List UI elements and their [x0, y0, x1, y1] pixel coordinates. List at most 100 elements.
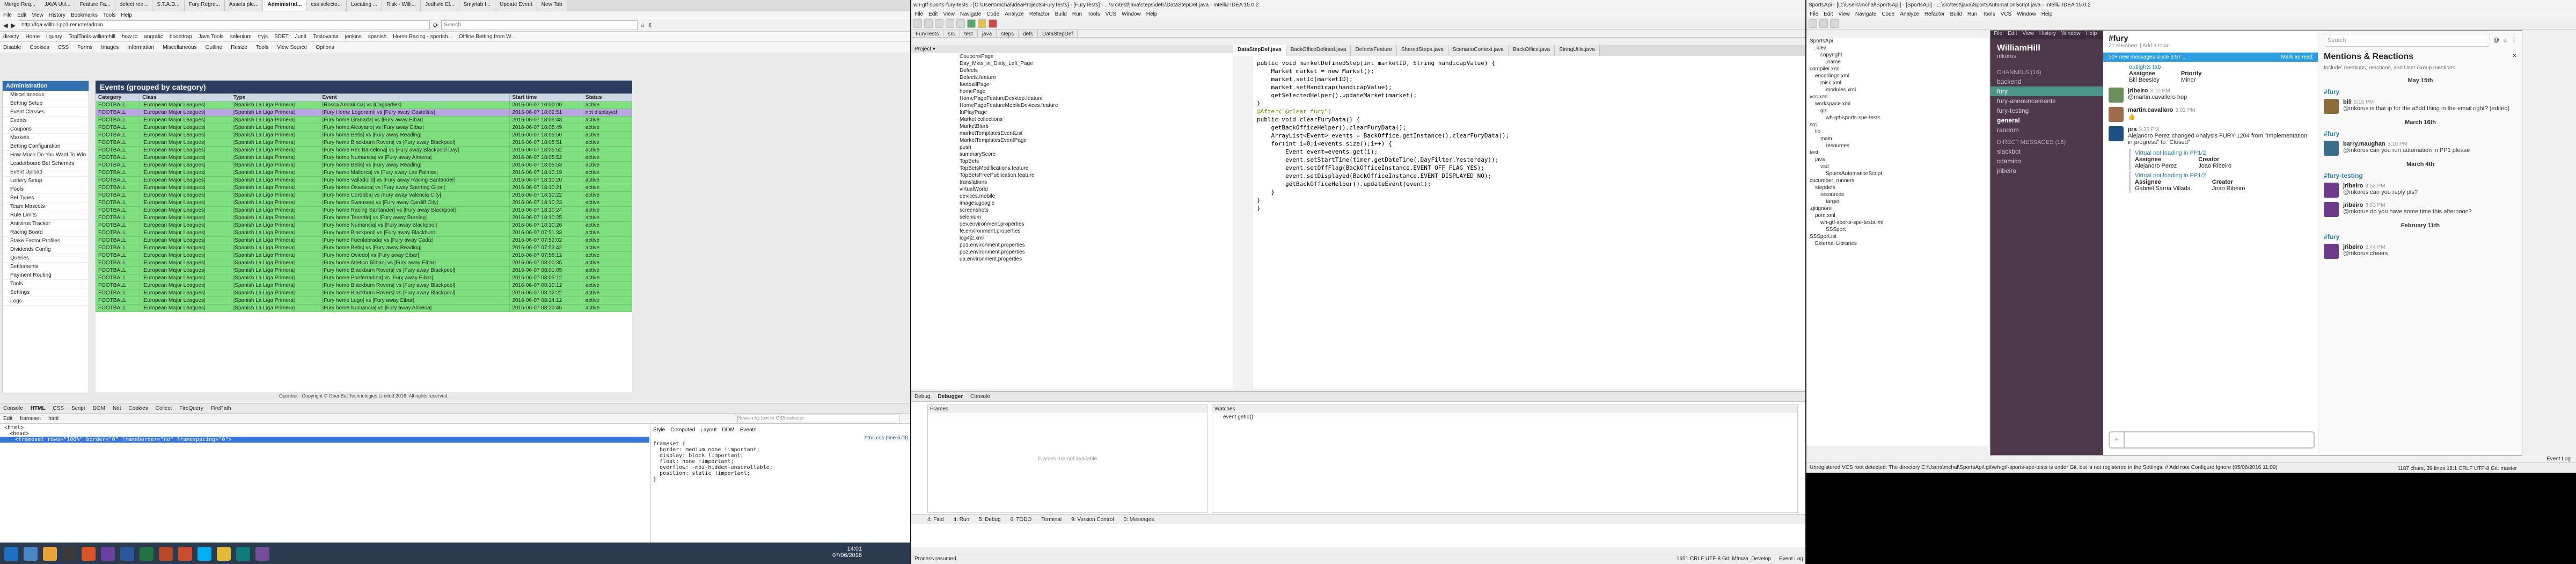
mention-channel[interactable]: #fury: [2318, 87, 2522, 97]
table-row[interactable]: FOOTBALL |European Major Leagues| |Spanish…: [95, 304, 633, 312]
browser-tab[interactable]: Locating ...: [347, 0, 383, 11]
tree-node[interactable]: modules.xml: [1806, 86, 1989, 93]
idea-menu-item[interactable]: Edit: [928, 11, 938, 17]
tree-node[interactable]: fe.environment.properties: [960, 228, 1233, 235]
channel-item[interactable]: general: [1990, 115, 2103, 125]
taskbar-skype-icon[interactable]: [197, 547, 211, 561]
close-icon[interactable]: ✕: [2512, 52, 2517, 62]
at-icon[interactable]: @: [2493, 37, 2499, 44]
editor-tab[interactable]: StringUtils.java: [1555, 45, 1600, 56]
editor-tab[interactable]: BackOffice.java: [1508, 45, 1555, 56]
html-node[interactable]: <head>: [0, 431, 649, 437]
channel-title[interactable]: #fury: [2109, 34, 2312, 43]
table-row[interactable]: FOOTBALL |European Major Leagues| |Spanish…: [95, 139, 633, 147]
table-row[interactable]: FOOTBALL |European Major Leagues| |Spanish…: [95, 161, 633, 169]
tree-node[interactable]: marketTemplatesEventList: [960, 130, 1233, 137]
mention-channel[interactable]: #fury-testing: [2318, 171, 2522, 180]
admin-sidebar-item[interactable]: Pools: [3, 185, 89, 194]
table-row[interactable]: FOOTBALL |European Major Leagues| |Spanish…: [95, 109, 633, 117]
browser-tab[interactable]: S.T.A.D...: [152, 0, 185, 11]
bookmark-item[interactable]: Java Tools: [199, 34, 224, 40]
tree-node[interactable]: .name: [1806, 59, 1989, 66]
table-row[interactable]: FOOTBALL |European Major Leagues| |Spanish…: [95, 289, 633, 297]
tool-window-tab[interactable]: 0: Messages: [1124, 517, 1154, 523]
mentions-filter[interactable]: Include: mentions, reactions, and User G…: [2318, 64, 2522, 74]
forward-icon[interactable]: ▶: [11, 22, 15, 29]
slack-menu-item[interactable]: View: [2022, 31, 2034, 39]
project-panel-header[interactable]: Project ▾: [911, 45, 1233, 53]
mention-author[interactable]: barry.maughan: [2343, 141, 2385, 147]
idea-menu-item[interactable]: Navigate: [960, 11, 981, 17]
webdev-menu-item[interactable]: Outline: [206, 45, 223, 50]
menu-help[interactable]: Help: [121, 12, 132, 18]
idea-menu-item[interactable]: File: [914, 11, 923, 17]
message-author[interactable]: martin.cavallero: [2128, 107, 2173, 113]
tool-window-tab[interactable]: Terminal: [1041, 517, 1062, 523]
tree-node[interactable]: test: [1806, 149, 1989, 156]
table-row[interactable]: FOOTBALL |European Major Leagues| |Spanish…: [95, 274, 633, 282]
tree-node[interactable]: src: [1806, 121, 1989, 128]
channel-item[interactable]: backend: [1990, 77, 2103, 86]
tree-node[interactable]: vcs.xml: [1806, 93, 1989, 100]
idea-menu-item[interactable]: Code: [986, 11, 999, 17]
code-line[interactable]: @After("@clear fury"): [1257, 107, 1509, 115]
column-header[interactable]: Category: [95, 93, 141, 102]
idea2-menu-item[interactable]: Refactor: [1924, 11, 1945, 17]
dm-item[interactable]: slackbot: [1990, 147, 2103, 156]
bookmark-item[interactable]: bootstrap: [170, 34, 192, 40]
code-line[interactable]: getSelectedHelper().updateMarket(market)…: [1257, 91, 1509, 99]
admin-sidebar-item[interactable]: Settings: [3, 288, 89, 297]
editor-gutter[interactable]: [1233, 56, 1253, 389]
browser-tab[interactable]: Update Event: [495, 0, 537, 11]
tree-node[interactable]: Day_Mkts_in_Dialy_Left_Page: [960, 60, 1233, 67]
url-bar[interactable]: http://fqa.willhill-pp1.remote/admin: [18, 20, 430, 30]
idea2-menu-item[interactable]: Edit: [1824, 11, 1833, 17]
table-row[interactable]: FOOTBALL |European Major Leagues| |Spanish…: [95, 184, 633, 192]
reload-icon[interactable]: ⟳: [433, 22, 438, 29]
tree-node[interactable]: lib: [1806, 128, 1989, 135]
tree-node[interactable]: copyright: [1806, 52, 1989, 59]
code-line[interactable]: }: [1257, 196, 1509, 204]
style-tab[interactable]: Layout: [700, 427, 716, 433]
code-line[interactable]: event.setDisplayed(BackOfficeInstance.EV…: [1257, 172, 1509, 180]
code-line[interactable]: Event event=events.get(i);: [1257, 148, 1509, 156]
tree-node[interactable]: SportsApi: [1806, 38, 1989, 45]
table-row[interactable]: FOOTBALL |European Major Leagues| |Spanish…: [95, 191, 633, 199]
table-row[interactable]: FOOTBALL |European Major Leagues| |Spanish…: [95, 146, 633, 154]
firebug-tab[interactable]: DOM: [93, 406, 105, 411]
editor-tab[interactable]: BackOfficeDefined.java: [1286, 45, 1351, 56]
bookmark-item[interactable]: spanish: [368, 34, 386, 40]
mention-item[interactable]: bill 5:15 PM @mkorus is that ip for the a5…: [2318, 97, 2522, 116]
admin-sidebar-item[interactable]: Team Mascots: [3, 203, 89, 211]
admin-sidebar-item[interactable]: Payment Routing: [3, 271, 89, 280]
admin-sidebar-item[interactable]: Stake Factor Profiles: [3, 237, 89, 245]
idea2-event-log[interactable]: Event Log: [2546, 456, 2571, 462]
open-icon[interactable]: [913, 19, 922, 28]
bookmark-item[interactable]: liquary: [46, 34, 62, 40]
admin-sidebar-item[interactable]: Dividends Config: [3, 245, 89, 254]
admin-sidebar-item[interactable]: Coupons: [3, 125, 89, 134]
idea-menu-item[interactable]: Window: [1122, 11, 1141, 17]
tree-node[interactable]: main: [1806, 135, 1989, 142]
dm-item[interactable]: cdamico: [1990, 156, 2103, 166]
html-node[interactable]: <frameset rows="100%" border="0" framebo…: [0, 437, 649, 443]
admin-sidebar-item[interactable]: Bet Types: [3, 194, 89, 203]
idea2-menu-item[interactable]: Window: [2017, 11, 2036, 17]
bookmark-item[interactable]: angratic: [144, 34, 163, 40]
code-line[interactable]: event.setOffFlag(BackOfficeInstance.EVEN…: [1257, 164, 1509, 172]
editor-tab[interactable]: ScenarioContext.java: [1448, 45, 1509, 56]
tree-node[interactable]: git: [1806, 107, 1989, 114]
plus-icon[interactable]: +: [2110, 432, 2125, 447]
avatar[interactable]: [2324, 141, 2339, 156]
taskbar-powerpoint-icon[interactable]: [159, 547, 173, 561]
tree-node[interactable]: workspace.xml: [1806, 100, 1989, 107]
admin-sidebar-item[interactable]: Leaderboard Bet Schemes: [3, 160, 89, 168]
taskbar-onenote-icon[interactable]: [101, 547, 115, 561]
taskbar-explorer-icon[interactable]: [43, 547, 57, 561]
tree-node[interactable]: push: [960, 144, 1233, 151]
mention-channel[interactable]: #fury: [2318, 232, 2522, 242]
browser-tab[interactable]: JAVA Util...: [40, 0, 76, 11]
search-input[interactable]: Search: [441, 20, 638, 30]
stop-icon[interactable]: [989, 19, 997, 28]
tree-node[interactable]: vsd: [1806, 163, 1989, 170]
